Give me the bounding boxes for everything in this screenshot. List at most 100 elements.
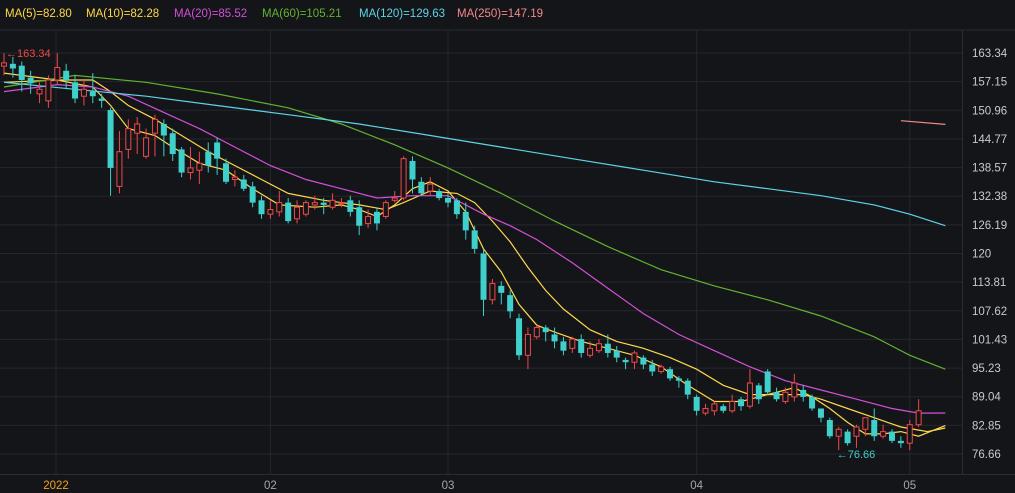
candle-body-down (720, 406, 727, 411)
candle-body-up (338, 202, 345, 205)
x-tick-label: 04 (690, 480, 703, 492)
candle-body-up (658, 366, 665, 372)
candle-body-down (773, 392, 780, 400)
candle[interactable] (533, 325, 540, 340)
candle-body-up (231, 176, 238, 180)
candle-body-up (569, 338, 576, 349)
candle-body-up (134, 123, 141, 134)
y-tick-label: 132.38 (972, 191, 1007, 203)
candle-body-down (755, 385, 762, 400)
candle-body-up (587, 347, 594, 356)
candle-body-down (462, 211, 469, 231)
candle-body-down (817, 408, 824, 418)
y-tick-label: 76.66 (972, 449, 1001, 461)
ma-legend-item: MA(5)=82.80 (5, 8, 72, 20)
candle-body-down (373, 211, 380, 224)
candle-body-up (835, 428, 842, 437)
candle-body-up (187, 167, 194, 174)
candle-body-up (853, 426, 860, 437)
candle-body-down (613, 350, 620, 358)
candle-body-up (311, 202, 318, 206)
candle[interactable] (302, 200, 309, 217)
ma-legend-item: MA(10)=82.28 (86, 8, 159, 20)
candle-body-up (782, 391, 789, 403)
candle-body-down (178, 149, 185, 173)
candle-body-up (729, 401, 736, 412)
candle-body-up (196, 162, 203, 171)
candle-body-up (524, 333, 531, 356)
candle-body-down (98, 98, 105, 101)
candle[interactable] (844, 429, 851, 446)
ma-legend-item: MA(60)=105.21 (262, 8, 342, 20)
candle-body-up (427, 183, 434, 192)
candle-body-down (320, 202, 327, 205)
candle-body-down (249, 186, 256, 203)
candle-body-down (507, 295, 514, 312)
candle-body-down (356, 207, 363, 226)
candle-body-down (223, 163, 229, 182)
candle-body-up (54, 67, 61, 81)
candle-body-down (285, 202, 292, 222)
candle-body-down (409, 160, 416, 180)
candle-body-down (89, 91, 96, 97)
x-tick-label: 2022 (43, 480, 69, 492)
candle-body-up (391, 197, 398, 201)
candle-body-up (125, 128, 132, 150)
x-tick-label: 03 (442, 480, 455, 492)
candle-body-up (329, 199, 336, 208)
candle-body-down (764, 371, 771, 393)
low-annotation: ←76.66 (837, 449, 876, 461)
candle-body-down (445, 197, 451, 203)
candle-body-down (542, 327, 549, 333)
candle-body-down (738, 399, 745, 407)
candle-body-down (809, 396, 816, 409)
candle-body-down (889, 431, 895, 441)
candle-body-up (595, 343, 602, 352)
candle-body-up (906, 424, 913, 444)
candle-body-up (267, 209, 274, 215)
y-tick-label: 126.19 (972, 220, 1007, 232)
candle-body-down (9, 63, 16, 69)
candle-body-down (551, 334, 558, 342)
candle[interactable] (826, 417, 833, 439)
candle-body-up (791, 382, 798, 398)
candle-body-down (72, 82, 79, 99)
candle[interactable] (764, 369, 771, 395)
candle[interactable] (400, 156, 407, 201)
candle-body-up (143, 137, 150, 157)
candle-body-down (675, 378, 682, 381)
candle-body-down (871, 420, 878, 437)
candle-body-down (622, 359, 629, 363)
candle[interactable] (516, 313, 523, 360)
candle-body-down (18, 65, 25, 81)
candle[interactable] (809, 394, 816, 411)
y-tick-label: 113.81 (972, 277, 1006, 289)
candle-body-down (604, 343, 611, 353)
candle-body-down (205, 151, 212, 166)
candle-body-down (436, 191, 443, 198)
candle-body-down (258, 200, 265, 215)
candle-body-up (533, 327, 540, 338)
ma-legend-item: MA(20)=85.52 (174, 8, 247, 20)
y-tick-label: 107.62 (972, 306, 1007, 318)
candle[interactable] (382, 200, 389, 219)
candle-body-down (240, 179, 247, 189)
candle-body-down (684, 380, 691, 395)
candle-body-down (826, 420, 833, 437)
y-tick-label: 150.96 (972, 105, 1007, 117)
y-tick-label: 95.23 (972, 363, 1001, 375)
candle-body-down (107, 110, 114, 168)
candlestick-chart[interactable]: ←163.34 ←76.66 163.34 157.15 150.96 144.77 1… (0, 0, 1015, 493)
y-tick-label: 138.57 (972, 163, 1007, 175)
candle-body-up (1, 62, 7, 67)
ma-legend: MA(5)=82.80 MA(10)=82.28 MA(20)=85.52 MA(60… (5, 8, 543, 20)
ma-legend-item: MA(250)=147.19 (457, 8, 543, 20)
candle-body-up (151, 118, 158, 134)
candle-body-up (80, 88, 87, 97)
y-tick-label: 144.77 (972, 134, 1007, 146)
y-tick-label: 163.34 (972, 48, 1008, 60)
candle-body-up (915, 410, 922, 426)
ma-legend-item: MA(120)=129.63 (359, 8, 445, 20)
candle-body-down (471, 230, 478, 249)
candle-body-up (365, 215, 372, 224)
